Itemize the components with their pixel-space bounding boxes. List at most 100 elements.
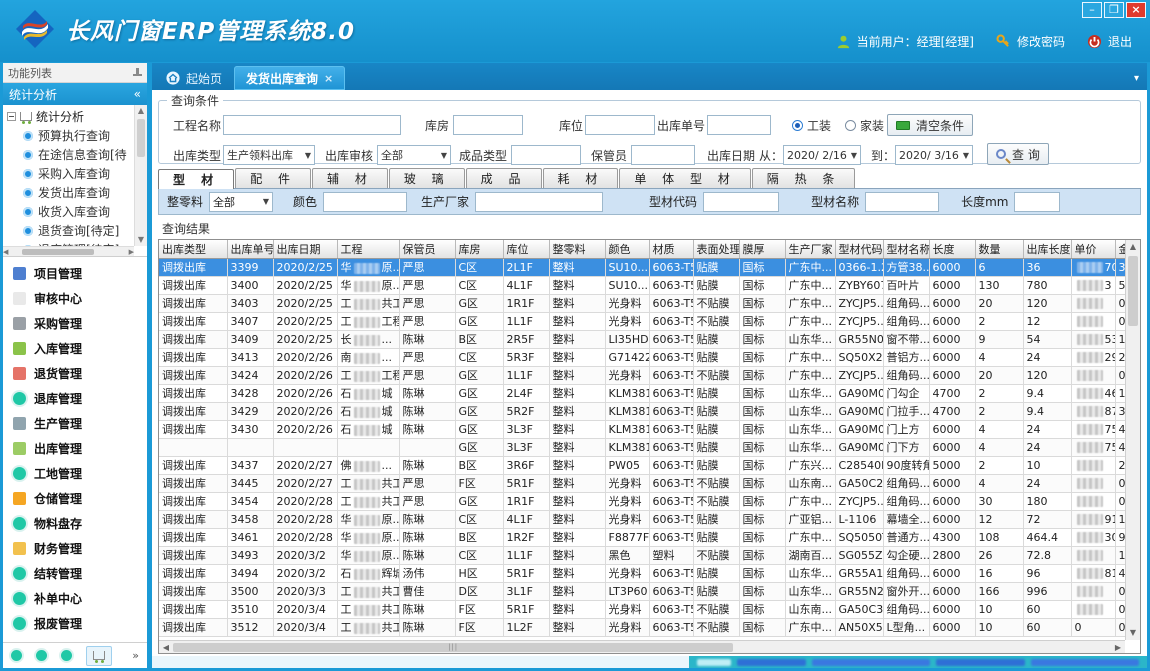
material-tab-型材[interactable]: 型 材 [158, 169, 234, 189]
table-row[interactable]: 调拨出库34452020/2/27工共工程严思F区5R1F整料光身料6063-T… [159, 474, 1141, 492]
tree-item[interactable]: 在途信息查询[待 [7, 145, 133, 164]
tab-close-icon[interactable]: × [324, 72, 333, 85]
table-vertical-scrollbar[interactable]: ▲ ▼ [1125, 240, 1140, 640]
tree-vertical-scrollbar[interactable]: ▲ ▼ [134, 105, 147, 246]
tab-list-caret-icon[interactable]: ▾ [1134, 73, 1139, 84]
change-password-link[interactable]: 修改密码 [996, 33, 1065, 50]
tree-item[interactable]: 退货查询[待定] [7, 221, 133, 240]
pin-icon[interactable] [133, 68, 142, 77]
column-header[interactable]: 出库长度 [1023, 240, 1071, 258]
scroll-thumb[interactable]: ||| [173, 643, 733, 652]
module-dot-icon[interactable] [36, 650, 47, 661]
sidebar-item-出库管理[interactable]: 出库管理 [3, 436, 147, 461]
table-row[interactable]: 调拨出库35102020/3/4工共工程陈琳F区5R1F整料光身料6063-T5… [159, 600, 1141, 618]
table-row[interactable]: 调拨出库34092020/2/25长...陈琳B区2R5F整料LI35HD606… [159, 330, 1141, 348]
sidebar-item-入库管理[interactable]: 入库管理 [3, 336, 147, 361]
table-row[interactable]: 调拨出库34242020/2/26工工程严思G区1L1F整料光身料6063-T5… [159, 366, 1141, 384]
tab-shipment-outbound-query[interactable]: 发货出库查询 × [234, 66, 345, 90]
profile-code-input[interactable] [703, 192, 779, 212]
column-header[interactable]: 颜色 [605, 240, 649, 258]
scroll-down-icon[interactable]: ▼ [135, 234, 147, 246]
table-row[interactable]: 调拨出库33992020/2/25华原...严思C区2L1F整料SU10...6… [159, 258, 1141, 276]
material-tab-隔热条[interactable]: 隔 热 条 [752, 168, 856, 188]
date-to-select[interactable]: 2020/ 3/16▼ [895, 145, 973, 165]
sidebar-item-结转管理[interactable]: 结转管理 [3, 561, 147, 586]
sidebar-item-物料盘存[interactable]: 物料盘存 [3, 511, 147, 536]
profile-name-input[interactable] [865, 192, 939, 212]
sidebar-item-工地管理[interactable]: 工地管理 [3, 461, 147, 486]
column-header[interactable]: 库位 [503, 240, 549, 258]
column-header[interactable]: 出库单号 [227, 240, 273, 258]
table-row[interactable]: 调拨出库34292020/2/26石城陈琳G区5R2F整料KLM38176063… [159, 402, 1141, 420]
column-header[interactable]: 数量 [975, 240, 1023, 258]
column-header[interactable]: 整零料 [549, 240, 605, 258]
material-tab-单体型材[interactable]: 单 体 型 材 [619, 168, 750, 188]
sidebar-item-退货管理[interactable]: 退货管理 [3, 361, 147, 386]
table-row[interactable]: 调拨出库34302020/2/26石城陈琳G区3L3F整料KLM38176063… [159, 420, 1141, 438]
sidebar-item-补单中心[interactable]: 补单中心 [3, 586, 147, 611]
table-row[interactable]: 调拨出库34372020/2/27佛...陈琳B区3R6F整料PW056063-… [159, 456, 1141, 474]
module-dot-icon[interactable] [11, 650, 22, 661]
table-row[interactable]: 调拨出库34932020/3/2华原...陈琳C区1L1F整料黑色塑料不贴膜国标… [159, 546, 1141, 564]
tree-horizontal-scrollbar[interactable]: ◀ ▶ [3, 246, 134, 256]
length-input[interactable] [1014, 192, 1060, 212]
module-dot-icon[interactable] [61, 650, 72, 661]
scroll-right-icon[interactable]: ▶ [1111, 643, 1125, 652]
column-header[interactable]: 工程 [337, 240, 399, 258]
order-no-input[interactable] [707, 115, 771, 135]
location-input[interactable] [585, 115, 655, 135]
scroll-up-icon[interactable]: ▲ [1126, 240, 1140, 254]
table-row[interactable]: 调拨出库35122020/3/4工共工程陈琳F区1L2F整料光身料6063-T5… [159, 618, 1141, 636]
product-type-input[interactable] [511, 145, 581, 165]
sidebar-item-项目管理[interactable]: 项目管理 [3, 261, 147, 286]
collapse-icon[interactable]: « [134, 87, 141, 101]
manufacturer-input[interactable] [475, 192, 603, 212]
sidebar-item-报废管理[interactable]: 报废管理 [3, 611, 147, 636]
cart-module-button[interactable] [86, 646, 112, 666]
scroll-thumb[interactable] [137, 119, 145, 157]
table-row[interactable]: 调拨出库34612020/2/28华原...陈琳B区1R2F整料F8877FT6… [159, 528, 1141, 546]
project-name-input[interactable] [223, 115, 401, 135]
scroll-left-icon[interactable]: ◀ [3, 248, 8, 256]
whole-piece-select[interactable]: 全部▼ [209, 192, 273, 212]
sidebar-item-仓储管理[interactable]: 仓储管理 [3, 486, 147, 511]
column-header[interactable]: 生产厂家 [785, 240, 835, 258]
sidebar-item-退库管理[interactable]: 退库管理 [3, 386, 147, 411]
radio-家装[interactable]: 家装 [845, 117, 884, 134]
scroll-right-icon[interactable]: ▶ [129, 248, 134, 256]
column-header[interactable]: 单价 [1071, 240, 1115, 258]
date-from-select[interactable]: 2020/ 2/16▼ [783, 145, 861, 165]
color-input[interactable] [323, 192, 407, 212]
sidebar-item-财务管理[interactable]: 财务管理 [3, 536, 147, 561]
column-header[interactable]: 型材代码 [835, 240, 883, 258]
column-header[interactable]: 保管员 [399, 240, 455, 258]
scroll-left-icon[interactable]: ◀ [159, 643, 173, 652]
table-horizontal-scrollbar[interactable]: ◀ ||| ▶ [159, 640, 1125, 653]
scroll-up-icon[interactable]: ▲ [135, 105, 147, 117]
table-row[interactable]: G区3L3F整料KLM38176063-T5贴膜国标山东华...GA90M09.… [159, 438, 1141, 456]
logout-link[interactable]: 退出 [1087, 33, 1132, 50]
keeper-input[interactable] [631, 145, 695, 165]
material-tab-成品[interactable]: 成 品 [466, 168, 542, 188]
overflow-chevron[interactable]: » [132, 649, 139, 662]
warehouse-input[interactable] [453, 115, 523, 135]
sidebar-item-采购管理[interactable]: 采购管理 [3, 311, 147, 336]
table-row[interactable]: 调拨出库34002020/2/25华原...严思C区4L1F整料SU10...6… [159, 276, 1141, 294]
column-header[interactable]: 表面处理 [693, 240, 739, 258]
material-tab-配件[interactable]: 配 件 [235, 168, 311, 188]
table-row[interactable]: 调拨出库34072020/2/25工工程严思G区1L1F整料光身料6063-T5… [159, 312, 1141, 330]
table-row[interactable]: 调拨出库35002020/3/3工共工程曹佳D区3L1F整料LT3P606063… [159, 582, 1141, 600]
tree-item[interactable]: 预算执行查询 [7, 126, 133, 145]
column-header[interactable]: 型材名称 [883, 240, 929, 258]
sidebar-item-生产管理[interactable]: 生产管理 [3, 411, 147, 436]
column-header[interactable]: 库房 [455, 240, 503, 258]
stats-section-header[interactable]: 统计分析 « [3, 83, 147, 105]
column-header[interactable]: 出库类型 [159, 240, 227, 258]
tree-item[interactable]: 采购入库查询 [7, 164, 133, 183]
tree-item[interactable]: 发货出库查询 [7, 183, 133, 202]
table-row[interactable]: 调拨出库34282020/2/26石城陈琳G区2L4F整料KLM38176063… [159, 384, 1141, 402]
table-row[interactable]: 调拨出库34542020/2/28工共工程严思G区1R1F整料光身料6063-T… [159, 492, 1141, 510]
column-header[interactable]: 材质 [649, 240, 693, 258]
material-tab-玻璃[interactable]: 玻 璃 [389, 168, 465, 188]
search-button[interactable]: 查 询 [987, 143, 1049, 165]
